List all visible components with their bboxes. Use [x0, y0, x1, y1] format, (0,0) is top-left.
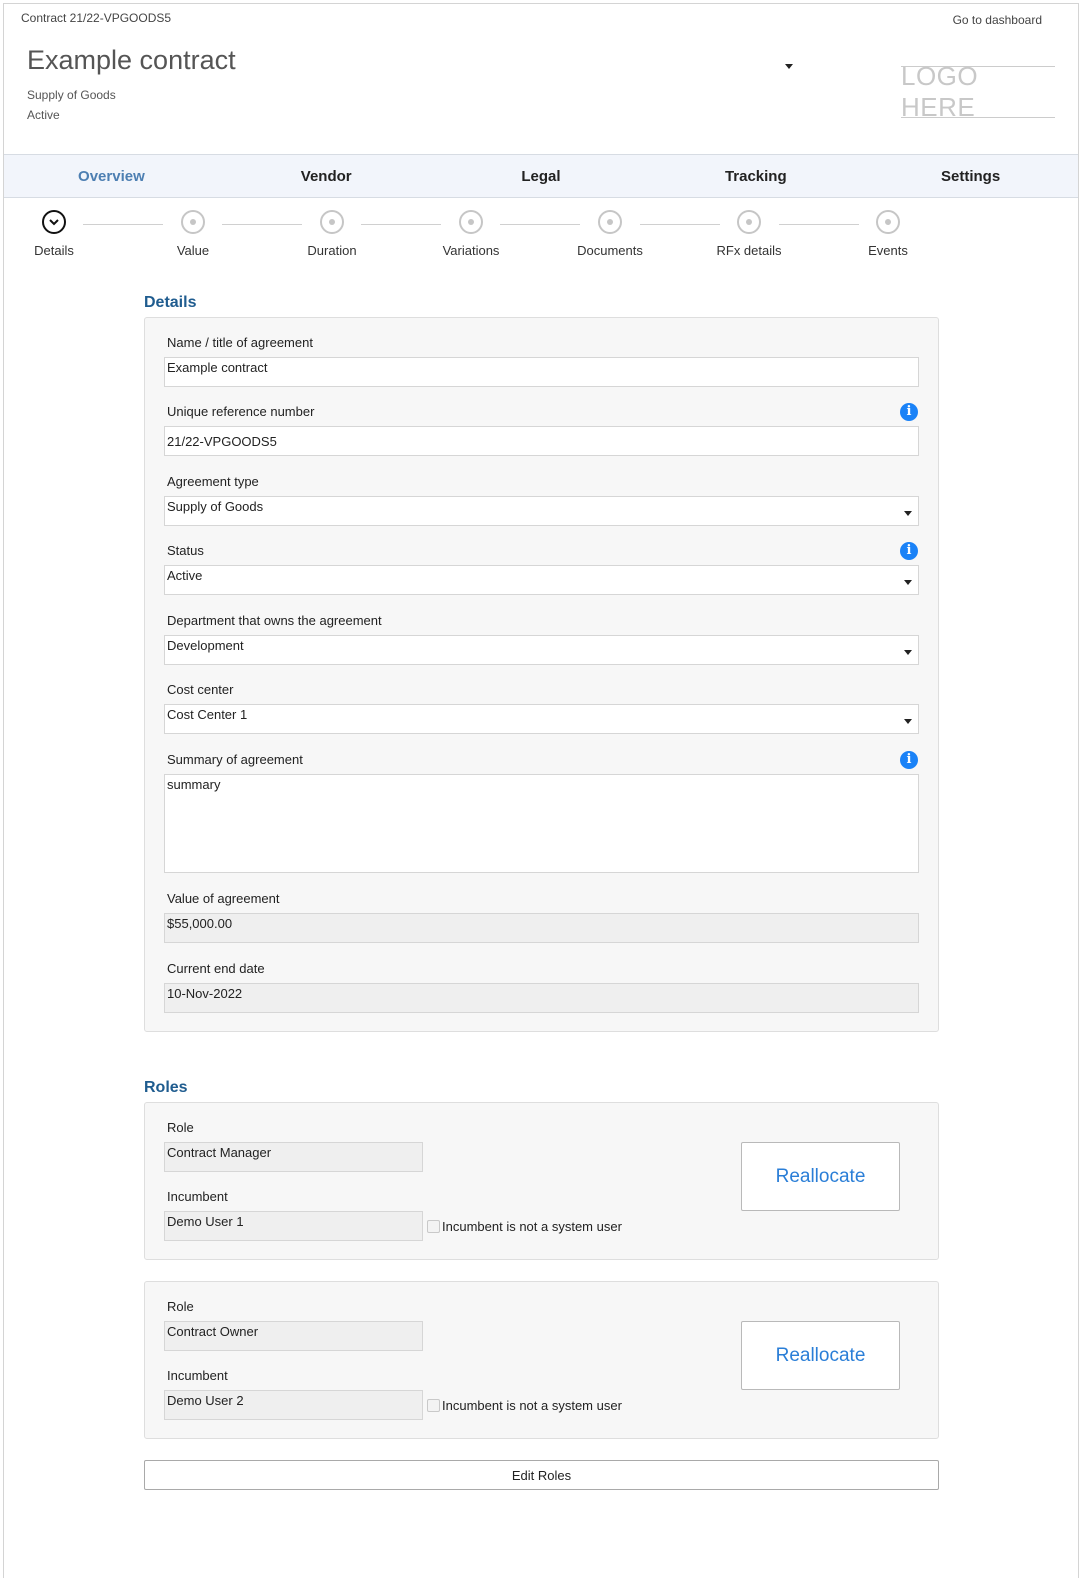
step-label: Documents: [577, 243, 643, 258]
step-label: Details: [34, 243, 74, 258]
reference-input[interactable]: 21/22-VPGOODS5: [164, 426, 919, 456]
cost-center-select[interactable]: Cost Center 1: [164, 704, 919, 734]
contract-reference: Contract 21/22-VPGOODS5: [21, 11, 172, 25]
step-dot-icon: [320, 210, 344, 234]
role-field: Contract Owner: [164, 1321, 423, 1351]
step-details[interactable]: Details: [0, 210, 114, 258]
details-panel: Name / title of agreement Example contra…: [144, 317, 939, 1032]
incumbent-field: Demo User 1: [164, 1211, 423, 1241]
details-heading: Details: [144, 294, 197, 311]
tab-vendor[interactable]: Vendor: [219, 155, 434, 197]
agreement-type-select[interactable]: Supply of Goods: [164, 496, 919, 526]
reallocate-button[interactable]: Reallocate: [741, 1321, 900, 1390]
role-card: Role Contract Manager Incumbent Demo Use…: [144, 1102, 939, 1260]
go-to-dashboard-link[interactable]: Go to dashboard: [953, 13, 1042, 27]
role-card: Role Contract Owner Incumbent Demo User …: [144, 1281, 939, 1439]
page-title: Example contract: [27, 45, 236, 75]
step-variations[interactable]: Variations: [411, 210, 531, 258]
step-label: Events: [868, 243, 908, 258]
step-dot-icon: [181, 210, 205, 234]
step-duration[interactable]: Duration: [272, 210, 392, 258]
chevron-down-icon[interactable]: [782, 60, 796, 74]
not-system-user-checkbox[interactable]: [427, 1220, 440, 1233]
tab-settings[interactable]: Settings: [863, 155, 1078, 197]
step-dot-icon: [737, 210, 761, 234]
main-tab-bar: Overview Vendor Legal Tracking Settings: [4, 154, 1078, 198]
value-field: $55,000.00: [164, 913, 919, 943]
not-system-user-label: Incumbent is not a system user: [442, 1219, 622, 1234]
status-label: Status: [167, 543, 204, 558]
contract-status-subtitle: Active: [27, 108, 60, 122]
contract-type-subtitle: Supply of Goods: [27, 88, 116, 102]
incumbent-label: Incumbent: [167, 1368, 228, 1383]
role-label: Role: [167, 1299, 194, 1314]
tab-overview[interactable]: Overview: [4, 155, 219, 197]
info-icon[interactable]: i: [900, 542, 918, 560]
summary-label: Summary of agreement: [167, 752, 303, 767]
not-system-user-label: Incumbent is not a system user: [442, 1398, 622, 1413]
reallocate-button[interactable]: Reallocate: [741, 1142, 900, 1211]
end-date-label: Current end date: [167, 961, 265, 976]
tab-tracking[interactable]: Tracking: [648, 155, 863, 197]
name-label: Name / title of agreement: [167, 335, 313, 350]
summary-textarea[interactable]: summary: [164, 774, 919, 873]
department-label: Department that owns the agreement: [167, 613, 382, 628]
incumbent-field: Demo User 2: [164, 1390, 423, 1420]
name-input[interactable]: Example contract: [164, 357, 919, 387]
incumbent-label: Incumbent: [167, 1189, 228, 1204]
role-label: Role: [167, 1120, 194, 1135]
logo-placeholder: LOGO HERE: [901, 61, 1055, 122]
cost-center-label: Cost center: [167, 682, 234, 697]
end-date-field: 10-Nov-2022: [164, 983, 919, 1013]
step-dot-icon: [876, 210, 900, 234]
info-icon[interactable]: i: [900, 403, 918, 421]
step-dot-icon: [459, 210, 483, 234]
roles-heading: Roles: [144, 1079, 188, 1096]
step-label: Variations: [442, 243, 500, 258]
value-label: Value of agreement: [167, 891, 280, 906]
role-field: Contract Manager: [164, 1142, 423, 1172]
not-system-user-checkbox[interactable]: [427, 1399, 440, 1412]
chevron-down-circle-icon: [42, 210, 66, 234]
info-icon[interactable]: i: [900, 751, 918, 769]
progress-stepper: Details Value Duration Variations Docume…: [4, 210, 1078, 270]
status-select[interactable]: Active: [164, 565, 919, 595]
tab-legal[interactable]: Legal: [434, 155, 649, 197]
agreement-type-label: Agreement type: [167, 474, 259, 489]
step-label: Value: [176, 243, 210, 258]
edit-roles-button[interactable]: Edit Roles: [144, 1460, 939, 1490]
step-events[interactable]: Events: [828, 210, 948, 258]
reference-label: Unique reference number: [167, 404, 315, 419]
department-select[interactable]: Development: [164, 635, 919, 665]
step-label: RFx details: [716, 243, 782, 258]
step-value[interactable]: Value: [133, 210, 253, 258]
app-frame: Contract 21/22-VPGOODS5 Go to dashboard …: [3, 3, 1079, 1578]
step-label: Duration: [307, 243, 357, 258]
step-documents[interactable]: Documents: [550, 210, 670, 258]
step-rfx-details[interactable]: RFx details: [689, 210, 809, 258]
step-dot-icon: [598, 210, 622, 234]
